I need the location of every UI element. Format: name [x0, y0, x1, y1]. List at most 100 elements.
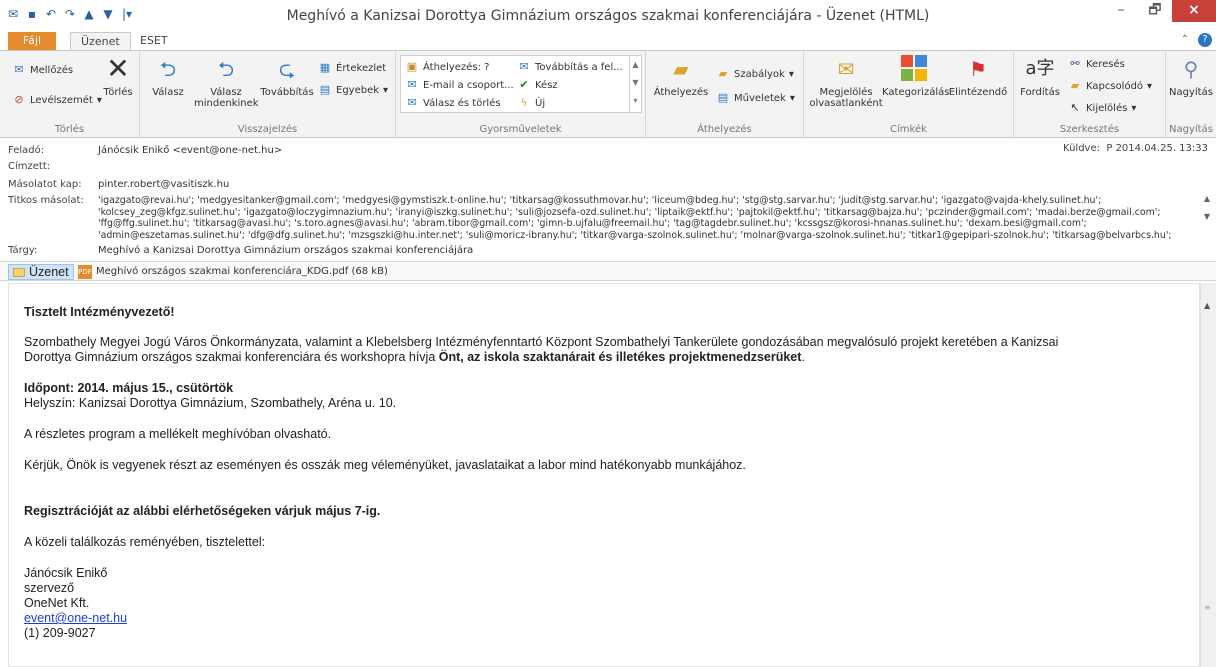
- dropdown-icon: ▾: [383, 84, 389, 96]
- rules-button[interactable]: ▰ Szabályok ▾: [716, 65, 794, 83]
- body-paragraph-line: Dorottya Gimnázium országos szakmai konf…: [24, 350, 805, 364]
- message-header: Feladó: Jánócsik Enikő <event@one-net.hu…: [0, 139, 1216, 259]
- envelope-icon: [13, 267, 25, 277]
- mark-unread-button[interactable]: ✉ Megjelölés olvasatlanként: [808, 55, 884, 109]
- program-note: A részletes program a mellékelt meghívób…: [24, 427, 332, 441]
- envelope-icon: ✉: [837, 57, 855, 81]
- body-scrollbar[interactable]: ▲ ≡: [1200, 283, 1216, 667]
- quick-step-to-manager[interactable]: ✉ Továbbítás a fel...: [517, 58, 622, 76]
- dropdown-icon: ▾: [789, 92, 795, 104]
- reply-all-icon: ⮌: [217, 57, 235, 81]
- checkmark-icon: ✔: [519, 78, 529, 91]
- quick-steps-gallery: ▣ Áthelyezés: ? ✉ Továbbítás a fel... ✉ E-m…: [400, 55, 642, 113]
- help-icon[interactable]: ?: [1198, 33, 1212, 47]
- reply-button[interactable]: ⮌ Válasz: [146, 55, 190, 98]
- quick-step-done[interactable]: ✔ Kész: [517, 76, 557, 94]
- signature-role: szervező: [24, 581, 75, 595]
- more-button[interactable]: ▤ Egyebek ▾: [318, 81, 388, 99]
- group-label-tags: Címkék: [890, 124, 927, 135]
- translate-icon: a字: [1025, 58, 1055, 79]
- translate-button[interactable]: a字 Fordítás: [1018, 55, 1062, 98]
- tab-eset[interactable]: ESET: [130, 32, 178, 50]
- body-paragraph-line: Szombathely Megyei Jogú Város Önkormányz…: [24, 335, 1059, 349]
- group-label-zoom: Nagyítás: [1169, 124, 1213, 135]
- move-button[interactable]: ▰ Áthelyezés: [652, 55, 710, 98]
- zoom-button[interactable]: ⚲ Nagyítás: [1168, 55, 1214, 98]
- dropdown-icon: ▾: [1131, 102, 1137, 114]
- event-date: Időpont: 2014. május 15., csütörtök: [24, 381, 234, 395]
- junk-icon: ⊘: [14, 93, 24, 106]
- cc-value[interactable]: pinter.robert@vasitiszk.hu: [98, 179, 229, 190]
- reply-icon: ⮌: [159, 57, 177, 81]
- group-quick-steps: ▣ Áthelyezés: ? ✉ Továbbítás a fel... ✉ E-m…: [396, 51, 646, 137]
- quick-steps-scrollbar[interactable]: ▲ ▼ ▾: [629, 56, 641, 112]
- group-label-quick-steps: Gyorsműveletek: [479, 124, 562, 135]
- reply-all-button[interactable]: ⮌ Válasz mindenkinek: [194, 55, 259, 109]
- ribbon-tabs: Fájl Üzenet ESET ⌃ ?: [0, 30, 1216, 50]
- from-value[interactable]: Jánócsik Enikő <event@one-net.hu>: [98, 145, 282, 156]
- pdf-icon: PDF: [78, 265, 92, 279]
- bcc-value[interactable]: 'igazgato@revai.hu'; 'medgyesitanker@gma…: [98, 195, 1194, 241]
- pdf-attachment[interactable]: PDF Meghívó országos szakmai konferenciá…: [78, 264, 388, 280]
- window-controls: – 🗗 ×: [1104, 0, 1216, 22]
- group-zoom: ⚲ Nagyítás Nagyítás: [1166, 51, 1216, 137]
- bcc-scrollbar[interactable]: ▲ ▼: [1200, 194, 1214, 240]
- sent-value: P 2014.04.25. 13:33: [1106, 143, 1208, 154]
- tab-message[interactable]: Üzenet: [70, 32, 131, 50]
- related-button[interactable]: ▰ Kapcsolódó ▾: [1068, 77, 1152, 95]
- signature-name: Jánócsik Enikő: [24, 566, 108, 580]
- close-button[interactable]: ×: [1172, 0, 1216, 22]
- scroll-up-icon[interactable]: ▲: [1204, 301, 1210, 310]
- delete-button[interactable]: ✕ Törlés: [98, 52, 138, 99]
- group-label-editing: Szerkesztés: [1059, 124, 1120, 135]
- group-label-move: Áthelyezés: [697, 124, 752, 135]
- bcc-label: Titkos másolat:: [8, 195, 84, 206]
- ignore-icon: ✉: [14, 63, 24, 76]
- followup-button[interactable]: ⚑ Elintézendő: [946, 55, 1010, 98]
- subject-value: Meghívó a Kanizsai Dorottya Gimnázium or…: [98, 245, 474, 256]
- forward-button[interactable]: ⮎ Továbbítás: [260, 55, 314, 98]
- maximize-button[interactable]: 🗗: [1138, 0, 1172, 22]
- group-respond: ⮌ Válasz ⮌ Válasz mindenkinek ⮎ Továbbít…: [140, 51, 396, 137]
- minimize-button[interactable]: –: [1104, 0, 1138, 22]
- message-tab-button[interactable]: Üzenet: [8, 264, 74, 280]
- more-icon: ▤: [319, 83, 331, 96]
- delete-x-icon: ✕: [106, 52, 130, 85]
- ignore-button[interactable]: ✉ Mellőzés: [12, 61, 73, 79]
- quick-step-team-email[interactable]: ✉ E-mail a csoport...: [405, 76, 513, 94]
- collapse-ribbon-icon[interactable]: ⌃: [1178, 33, 1192, 47]
- group-editing: a字 Fordítás ⚯ Keresés ▰ Kapcsolódó ▾ ↖ Kijel…: [1014, 51, 1166, 137]
- bcc-line: 'igazgato@revai.hu'; 'medgyesitanker@gma…: [98, 195, 1102, 206]
- signature-company: OneNet Kft.: [24, 596, 90, 610]
- quick-step-move-to[interactable]: ▣ Áthelyezés: ?: [405, 58, 490, 76]
- cc-label: Másolatot kap:: [8, 179, 82, 190]
- reply-delete-icon: ✉: [407, 96, 417, 109]
- scroll-grip-icon: ≡: [1204, 603, 1211, 612]
- group-label-respond: Visszajelzés: [237, 124, 298, 135]
- find-button[interactable]: ⚯ Keresés: [1068, 55, 1124, 73]
- window-title: Meghívó a Kanizsai Dorottya Gimnázium or…: [286, 8, 930, 24]
- select-button[interactable]: ↖ Kijelölés ▾: [1068, 99, 1136, 117]
- actions-button[interactable]: ▤ Műveletek ▾: [716, 89, 795, 107]
- request-note: Kérjük, Önök is vegyenek részt az esemén…: [24, 458, 746, 472]
- signature-email-link[interactable]: event@one-net.hu: [24, 611, 127, 625]
- tab-file[interactable]: Fájl: [8, 32, 56, 50]
- meeting-button[interactable]: ▦ Értekezlet: [318, 59, 386, 77]
- event-venue: Helyszín: Kanizsai Dorottya Gimnázium, S…: [24, 396, 397, 410]
- bcc-line: 'ffg@ffg.sulinet.hu'; 'titkarsag@avasi.h…: [98, 218, 1087, 229]
- rules-icon: ▰: [718, 67, 728, 80]
- subject-label: Tárgy:: [8, 245, 38, 256]
- quick-step-new[interactable]: ϟ Új: [517, 94, 545, 112]
- related-icon: ▰: [1070, 79, 1080, 92]
- categorize-button[interactable]: Kategorizálás: [882, 55, 949, 98]
- forward-icon: ⮎: [278, 57, 296, 81]
- registration-note: Regisztrációját az alábbi elérhetőségeke…: [24, 504, 381, 518]
- bcc-line: 'kolcsey_zeg@kfgz.sulinet.hu'; 'igazgato…: [98, 206, 1161, 218]
- quick-step-reply-delete[interactable]: ✉ Válasz és törlés: [405, 94, 500, 112]
- dropdown-icon: ▾: [1147, 80, 1153, 92]
- actions-icon: ▤: [717, 91, 729, 104]
- sent-info: Küldve: P 2014.04.25. 13:33: [1063, 143, 1208, 154]
- flag-icon: ⚑: [969, 57, 987, 81]
- junk-button[interactable]: ⊘ Levélszemét ▾: [12, 91, 101, 109]
- team-email-icon: ✉: [407, 78, 417, 91]
